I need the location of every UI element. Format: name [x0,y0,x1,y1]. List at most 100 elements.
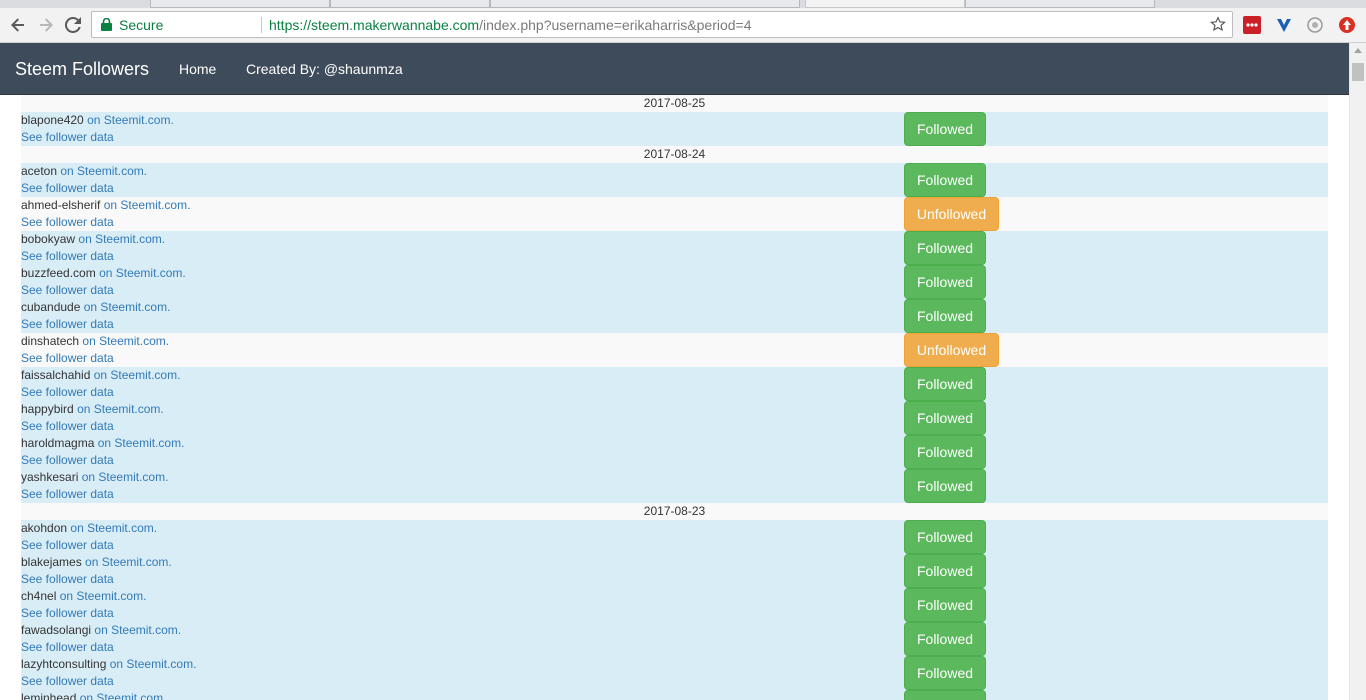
steemit-profile-link[interactable]: on Steemit.com. [84,300,171,314]
steemit-profile-link[interactable]: on Steemit.com. [94,623,181,637]
nav-created-by-link[interactable]: Created By: @shaunmza [246,61,403,77]
see-follower-data-link[interactable]: See follower data [21,215,114,229]
followed-button[interactable]: Followed [904,435,986,469]
see-follower-data-link[interactable]: See follower data [21,606,114,620]
steemit-profile-link[interactable]: on Steemit.com. [94,368,181,382]
steemit-profile-link[interactable]: on Steemit.com. [98,436,185,450]
steemit-profile-link[interactable]: on Steemit.com. [77,402,164,416]
see-follower-data-link[interactable]: See follower data [21,249,114,263]
scroll-up-icon[interactable] [1354,48,1362,53]
steemit-profile-link[interactable]: on Steemit.com. [104,198,191,212]
secure-label: Secure [119,17,164,33]
follower-row: fawadsolangi on Steemit.com. See follower… [21,622,1328,656]
see-follower-data-link[interactable]: See follower data [21,181,114,195]
see-follower-data-link[interactable]: See follower data [21,487,114,501]
follower-username: happybird [21,402,74,416]
followed-button[interactable]: Followed [904,469,986,503]
follower-username: ch4nel [21,589,57,603]
steemit-profile-link[interactable]: on Steemit.com. [82,334,169,348]
browser-tab[interactable] [150,0,330,8]
forward-arrow-icon[interactable] [35,14,57,36]
follower-line: ch4nel on Steemit.com. [21,589,146,603]
browser-toolbar: Secure https://steem.makerwannabe.com/in… [0,8,1366,43]
steemit-profile-link[interactable]: on Steemit.com. [82,470,169,484]
see-follower-data-link[interactable]: See follower data [21,419,114,433]
browser-tab[interactable] [965,0,1155,8]
steemit-profile-link[interactable]: on Steemit.com. [70,521,157,535]
nav-home-link[interactable]: Home [179,61,216,77]
address-separator [261,17,262,33]
followed-button[interactable]: Followed [904,588,986,622]
lock-icon [101,17,112,34]
see-follower-data-link[interactable]: See follower data [21,572,114,586]
followed-button[interactable]: Followed [904,299,986,333]
followed-button[interactable]: Followed [904,112,986,146]
follower-line: haroldmagma on Steemit.com. [21,436,184,450]
follower-row: happybird on Steemit.com. See follower da… [21,401,1328,435]
follower-row: ahmed-elsherif on Steemit.com. See follow… [21,197,1328,231]
steemit-profile-link[interactable]: on Steemit.com. [78,232,165,246]
steemit-profile-link[interactable]: on Steemit.com. [80,691,167,700]
page-scrollbar[interactable] [1349,43,1366,700]
tab-strip [0,0,1366,8]
browser-tab-active[interactable] [805,0,965,8]
steemit-profile-link[interactable]: on Steemit.com. [85,555,172,569]
steemit-profile-link[interactable]: on Steemit.com. [87,113,174,127]
lastpass-icon[interactable] [1243,16,1261,34]
follower-row: buzzfeed.com on Steemit.com. See follower… [21,265,1328,299]
see-follower-data-link[interactable]: See follower data [21,283,114,297]
follower-username: ahmed-elsherif [21,198,101,212]
followed-button[interactable]: Followed [904,622,986,656]
see-follower-data-link[interactable]: See follower data [21,351,114,365]
follower-list-panel: 2017-08-25 blapone420 on Steemit.com. See … [10,95,1338,700]
followed-button[interactable]: Followed [904,656,986,690]
back-arrow-icon[interactable] [7,14,29,36]
unfollowed-button[interactable]: Unfollowed [904,333,999,367]
follower-row: cubandude on Steemit.com. See follower da… [21,299,1328,333]
see-follower-data-link[interactable]: See follower data [21,538,114,552]
see-follower-data-link[interactable]: See follower data [21,130,114,144]
reload-icon[interactable] [62,14,84,36]
privacy-icon[interactable] [1306,16,1324,34]
steemit-profile-link[interactable]: on Steemit.com. [60,164,147,178]
steemit-profile-link[interactable]: on Steemit.com. [99,266,186,280]
follower-row: leminhead on Steemit.com.See follower da… [21,690,1328,700]
follower-line: blakejames on Steemit.com. [21,555,172,569]
see-follower-data-link[interactable]: See follower data [21,640,114,654]
followed-button[interactable]: Followed [904,367,986,401]
follower-username: haroldmagma [21,436,95,450]
followed-button[interactable]: Followed [904,690,986,700]
unfollowed-button[interactable]: Unfollowed [904,197,999,231]
followed-button[interactable]: Followed [904,554,986,588]
follower-line: faissalchahid on Steemit.com. [21,368,180,382]
follower-username: blapone420 [21,113,84,127]
scrollbar-thumb[interactable] [1352,63,1364,81]
site-navbar: Steem Followers Home Created By: @shaunm… [0,43,1349,95]
follower-row: blapone420 on Steemit.com. See follower d… [21,112,1328,146]
followed-button[interactable]: Followed [904,163,986,197]
see-follower-data-link[interactable]: See follower data [21,453,114,467]
see-follower-data-link[interactable]: See follower data [21,385,114,399]
followed-button[interactable]: Followed [904,265,986,299]
see-follower-data-link[interactable]: See follower data [21,317,114,331]
star-icon[interactable] [1210,16,1226,35]
upvote-icon[interactable] [1338,16,1356,34]
steemit-profile-link[interactable]: on Steemit.com. [110,657,197,671]
follower-line: fawadsolangi on Steemit.com. [21,623,181,637]
steemit-profile-link[interactable]: on Steemit.com. [60,589,147,603]
see-follower-data-link[interactable]: See follower data [21,674,114,688]
page-viewport: Steem Followers Home Created By: @shaunm… [0,43,1349,700]
follower-username: yashkesari [21,470,79,484]
follower-row: akohdon on Steemit.com. See follower data… [21,520,1328,554]
follower-rows: 2017-08-25 blapone420 on Steemit.com. See … [21,95,1328,700]
followed-button[interactable]: Followed [904,401,986,435]
browser-tab[interactable] [330,0,490,8]
follower-line: aceton on Steemit.com. [21,164,147,178]
address-bar[interactable]: Secure https://steem.makerwannabe.com/in… [91,11,1233,38]
site-brand[interactable]: Steem Followers [15,59,149,80]
followed-button[interactable]: Followed [904,520,986,554]
followed-button[interactable]: Followed [904,231,986,265]
follower-row: haroldmagma on Steemit.com. See follower … [21,435,1328,469]
browser-tab[interactable] [490,0,800,8]
vivaldi-v-icon[interactable] [1275,16,1293,34]
